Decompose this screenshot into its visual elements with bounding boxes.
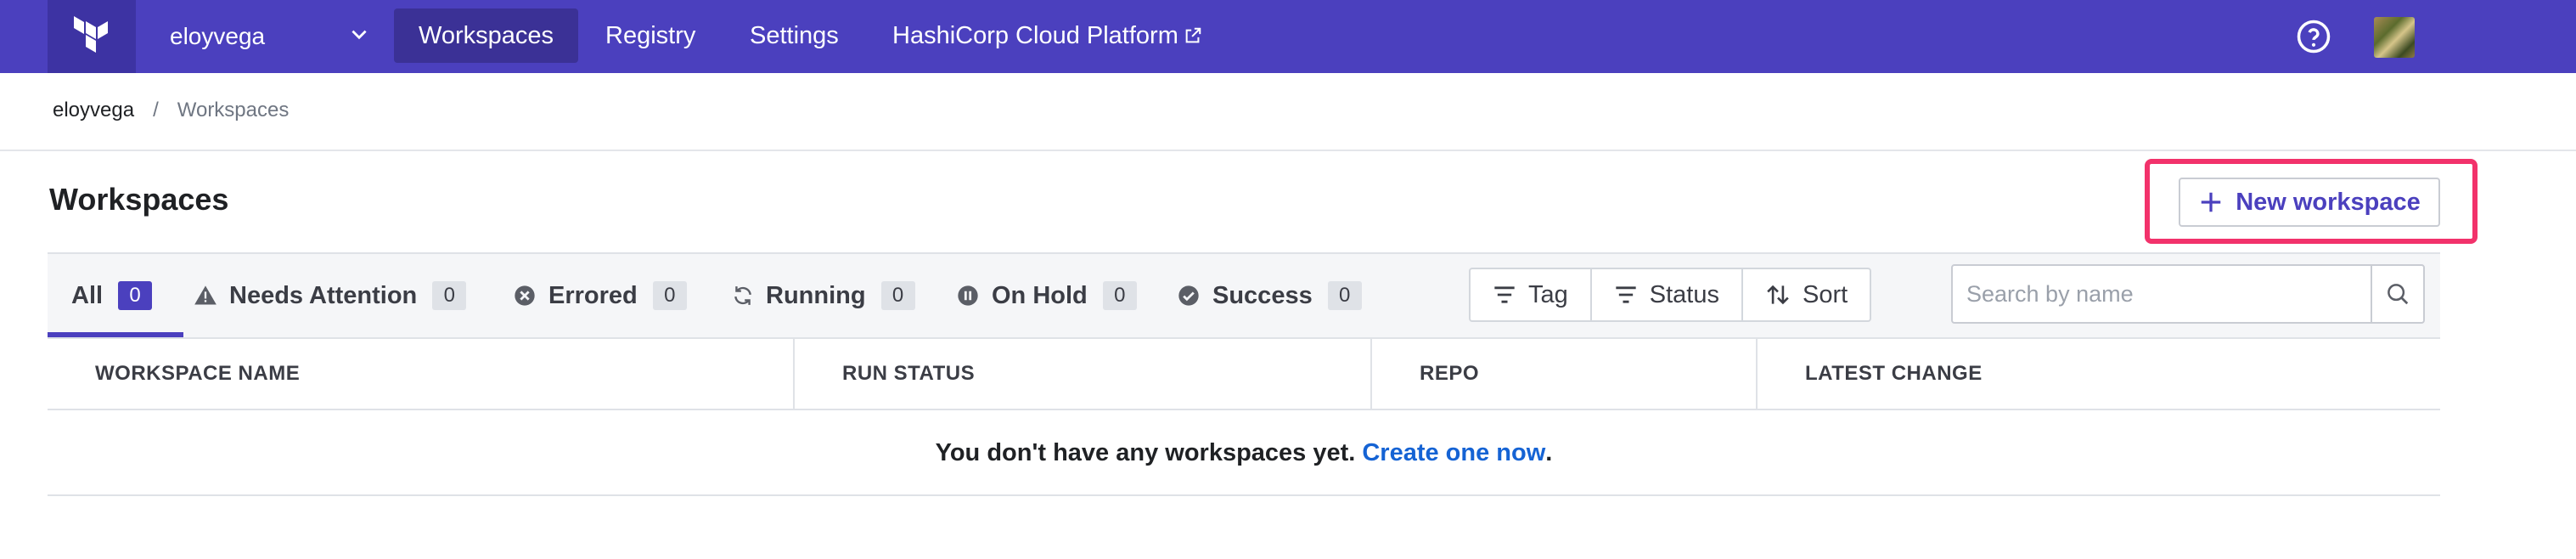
x-circle-icon xyxy=(513,284,537,308)
filter-icon xyxy=(1616,286,1636,303)
terraform-logo[interactable] xyxy=(48,0,136,73)
sort-label: Sort xyxy=(1802,280,1848,308)
tab-on-hold-label: On Hold xyxy=(992,281,1088,309)
tab-running-label: Running xyxy=(766,281,866,309)
nav-settings-label: Settings xyxy=(750,21,839,49)
column-divider xyxy=(1756,339,1758,409)
search-box xyxy=(1951,264,2425,324)
column-divider xyxy=(1370,339,1372,409)
nav-workspaces-label: Workspaces xyxy=(419,21,554,49)
new-workspace-label: New workspace xyxy=(2236,188,2421,216)
external-link-icon xyxy=(1185,27,1201,43)
search-button[interactable] xyxy=(2371,266,2423,322)
breadcrumb-current: Workspaces xyxy=(177,99,290,121)
breadcrumb-separator: / xyxy=(153,99,159,121)
column-header-workspace-name[interactable]: WORKSPACE NAME xyxy=(95,339,300,409)
tag-filter-button[interactable]: Tag xyxy=(1471,269,1592,320)
help-button[interactable] xyxy=(2296,19,2331,59)
nav-hcp-label: HashiCorp Cloud Platform xyxy=(892,21,1178,49)
org-name: eloyvega xyxy=(170,23,266,49)
tab-errored-label: Errored xyxy=(548,281,638,309)
tag-filter-label: Tag xyxy=(1528,280,1568,308)
tab-success[interactable]: Success 0 xyxy=(1177,254,1362,337)
sort-icon xyxy=(1767,285,1789,305)
search-icon xyxy=(2388,284,2409,305)
filter-icon xyxy=(1494,286,1515,303)
tab-needs-attention-count: 0 xyxy=(432,281,467,310)
column-header-run-status[interactable]: RUN STATUS xyxy=(842,339,975,409)
active-tab-indicator xyxy=(48,332,183,337)
table-header: WORKSPACE NAME RUN STATUS REPO LATEST CH… xyxy=(48,339,2440,410)
column-header-repo[interactable]: REPO xyxy=(1420,339,1479,409)
nav-hcp[interactable]: HashiCorp Cloud Platform xyxy=(868,8,1227,63)
pause-circle-icon xyxy=(956,284,980,308)
create-one-now-link[interactable]: Create one now xyxy=(1362,439,1545,467)
search-input[interactable] xyxy=(1953,266,2371,322)
status-filter-label: Status xyxy=(1649,280,1719,308)
nav-registry[interactable]: Registry xyxy=(581,8,720,63)
sort-button[interactable]: Sort xyxy=(1743,269,1870,320)
filter-group: Tag Status Sort xyxy=(1469,268,1872,322)
empty-state-period: . xyxy=(1545,438,1553,466)
tab-errored[interactable]: Errored 0 xyxy=(513,254,687,337)
tab-running[interactable]: Running 0 xyxy=(732,254,915,337)
user-avatar[interactable] xyxy=(2374,17,2415,58)
terraform-logo-icon xyxy=(74,16,108,53)
tab-success-count: 0 xyxy=(1327,281,1362,310)
tab-all[interactable]: All 0 xyxy=(71,254,153,337)
plus-icon xyxy=(2201,192,2221,212)
check-circle-icon xyxy=(1177,284,1201,308)
help-icon xyxy=(2297,20,2331,54)
page-title: Workspaces xyxy=(49,182,229,217)
column-divider xyxy=(793,339,795,409)
tab-running-count: 0 xyxy=(880,281,915,310)
tab-needs-attention-label: Needs Attention xyxy=(229,281,418,309)
status-filter-button[interactable]: Status xyxy=(1592,269,1743,320)
divider xyxy=(0,150,2576,151)
breadcrumb: eloyvega / Workspaces xyxy=(53,99,289,122)
nav-settings[interactable]: Settings xyxy=(725,8,863,63)
tab-all-label: All xyxy=(71,281,104,309)
breadcrumb-org[interactable]: eloyvega xyxy=(53,99,134,122)
empty-state: You don't have any workspaces yet. Creat… xyxy=(48,411,2440,496)
warning-icon xyxy=(194,284,217,308)
nav-registry-label: Registry xyxy=(605,21,696,49)
tab-errored-count: 0 xyxy=(652,281,687,310)
new-workspace-button[interactable]: New workspace xyxy=(2179,178,2440,227)
tab-success-label: Success xyxy=(1212,281,1313,309)
tab-all-count: 0 xyxy=(118,281,153,310)
empty-state-text: You don't have any workspaces yet. xyxy=(935,438,1356,466)
chevron-down-icon xyxy=(352,30,367,40)
tab-on-hold[interactable]: On Hold 0 xyxy=(956,254,1137,337)
tab-needs-attention[interactable]: Needs Attention 0 xyxy=(194,254,467,337)
nav-workspaces[interactable]: Workspaces xyxy=(394,8,579,63)
top-nav: eloyvega Workspaces Registry Settings Ha… xyxy=(0,0,2576,73)
column-header-latest-change[interactable]: LATEST CHANGE xyxy=(1805,339,1983,409)
refresh-icon xyxy=(732,285,754,307)
org-switcher[interactable]: eloyvega xyxy=(170,0,370,73)
tab-on-hold-count: 0 xyxy=(1102,281,1137,310)
